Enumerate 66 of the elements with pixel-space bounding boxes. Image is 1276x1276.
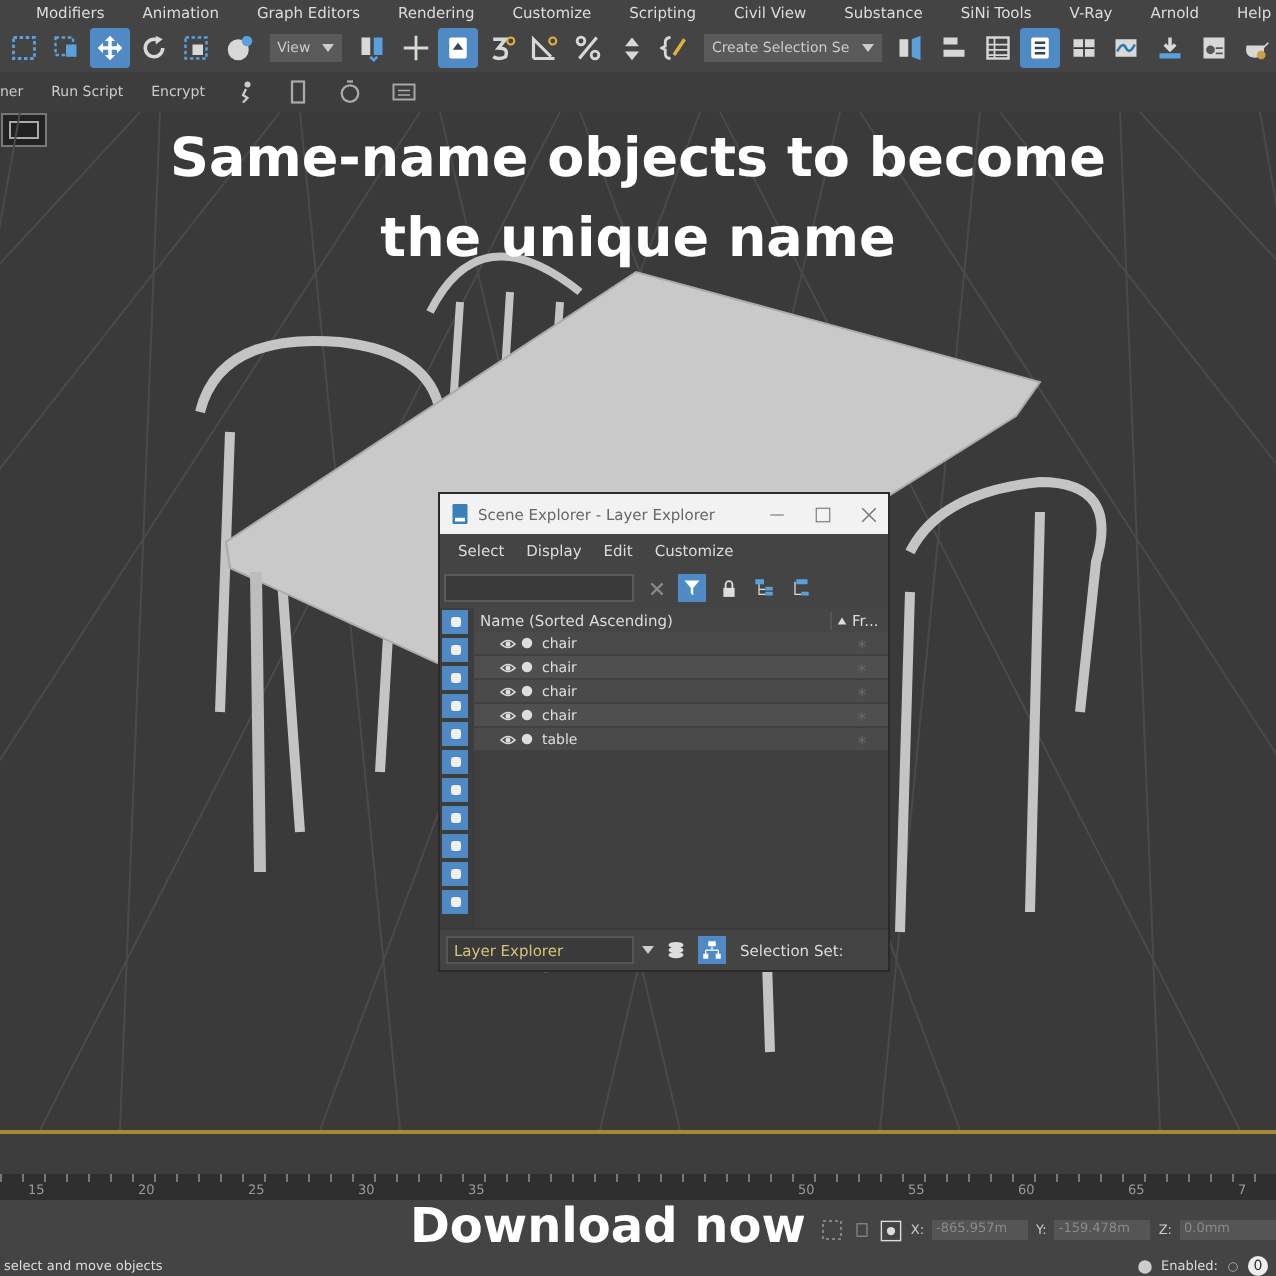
render-dot-icon [520, 684, 534, 698]
snap-toggle-icon [487, 34, 516, 62]
select-object-button[interactable] [438, 28, 478, 68]
eye-icon [500, 731, 516, 747]
hierarchy-button[interactable] [750, 574, 778, 602]
eye-icon [500, 659, 516, 675]
hierarchy-view-button[interactable] [698, 936, 726, 964]
download-caption: Download now [410, 1200, 806, 1252]
filter-button[interactable] [678, 574, 706, 602]
lock-icon [719, 579, 737, 597]
sort-arrow-icon [836, 615, 848, 625]
freeze-icon [856, 733, 868, 745]
placement-icon [225, 34, 254, 62]
hierarchy-icon [754, 578, 774, 598]
freeze-icon [856, 685, 868, 697]
eye-icon [500, 683, 516, 699]
layers-button[interactable] [1020, 28, 1061, 68]
caret-icon [642, 946, 654, 954]
close-icon [647, 579, 665, 597]
mirror-icon [357, 34, 386, 62]
timeline-bar[interactable] [0, 1130, 1276, 1174]
table-icon [983, 34, 1012, 62]
percent-snap-icon [573, 34, 602, 62]
layers-icon [1026, 34, 1055, 62]
panel-icon [1069, 34, 1098, 62]
selection-lock-icon [820, 1218, 845, 1242]
move-icon [95, 34, 124, 62]
maximize-icon [814, 505, 832, 523]
hierarchy-icon [790, 578, 810, 598]
rotate-icon [139, 34, 168, 62]
render-setup-icon [1199, 34, 1228, 62]
download-icon [1156, 34, 1185, 62]
curve-editor-icon [1112, 34, 1141, 62]
freeze-icon [856, 637, 868, 649]
render-dot-icon [520, 708, 534, 722]
stopwatch-icon [337, 80, 361, 104]
window-crossing-icon [52, 34, 81, 62]
render-dot-icon [520, 732, 534, 746]
transform-type-icon [880, 1219, 903, 1241]
radio-icon [1226, 1259, 1240, 1273]
select-object-icon [444, 34, 473, 62]
crosshair-icon [401, 34, 430, 62]
mirror-icon [896, 34, 925, 62]
app-icon [450, 502, 470, 526]
scale-icon [182, 34, 211, 62]
close-icon [860, 505, 878, 523]
caret-icon [322, 44, 335, 52]
angle-snap-icon [530, 34, 559, 62]
hierarchy-icon [702, 940, 722, 960]
named-selection-icon [660, 34, 689, 62]
caption-text: the unique name [380, 206, 896, 274]
filter-icon [682, 578, 702, 598]
search-field[interactable] [444, 574, 634, 602]
render-dot-icon [520, 636, 534, 650]
eye-icon [500, 707, 516, 723]
door-icon [285, 80, 309, 104]
caption-text: Same-name objects to become [170, 126, 1106, 194]
viewport-icon [0, 112, 48, 148]
caret-icon [861, 44, 874, 52]
render-dot-icon [520, 660, 534, 674]
region-select-icon [9, 34, 38, 62]
eye-icon [500, 635, 516, 651]
align-icon [940, 34, 969, 62]
stack-icon [666, 940, 686, 960]
form-icon [389, 80, 417, 104]
move-button[interactable] [90, 28, 130, 68]
